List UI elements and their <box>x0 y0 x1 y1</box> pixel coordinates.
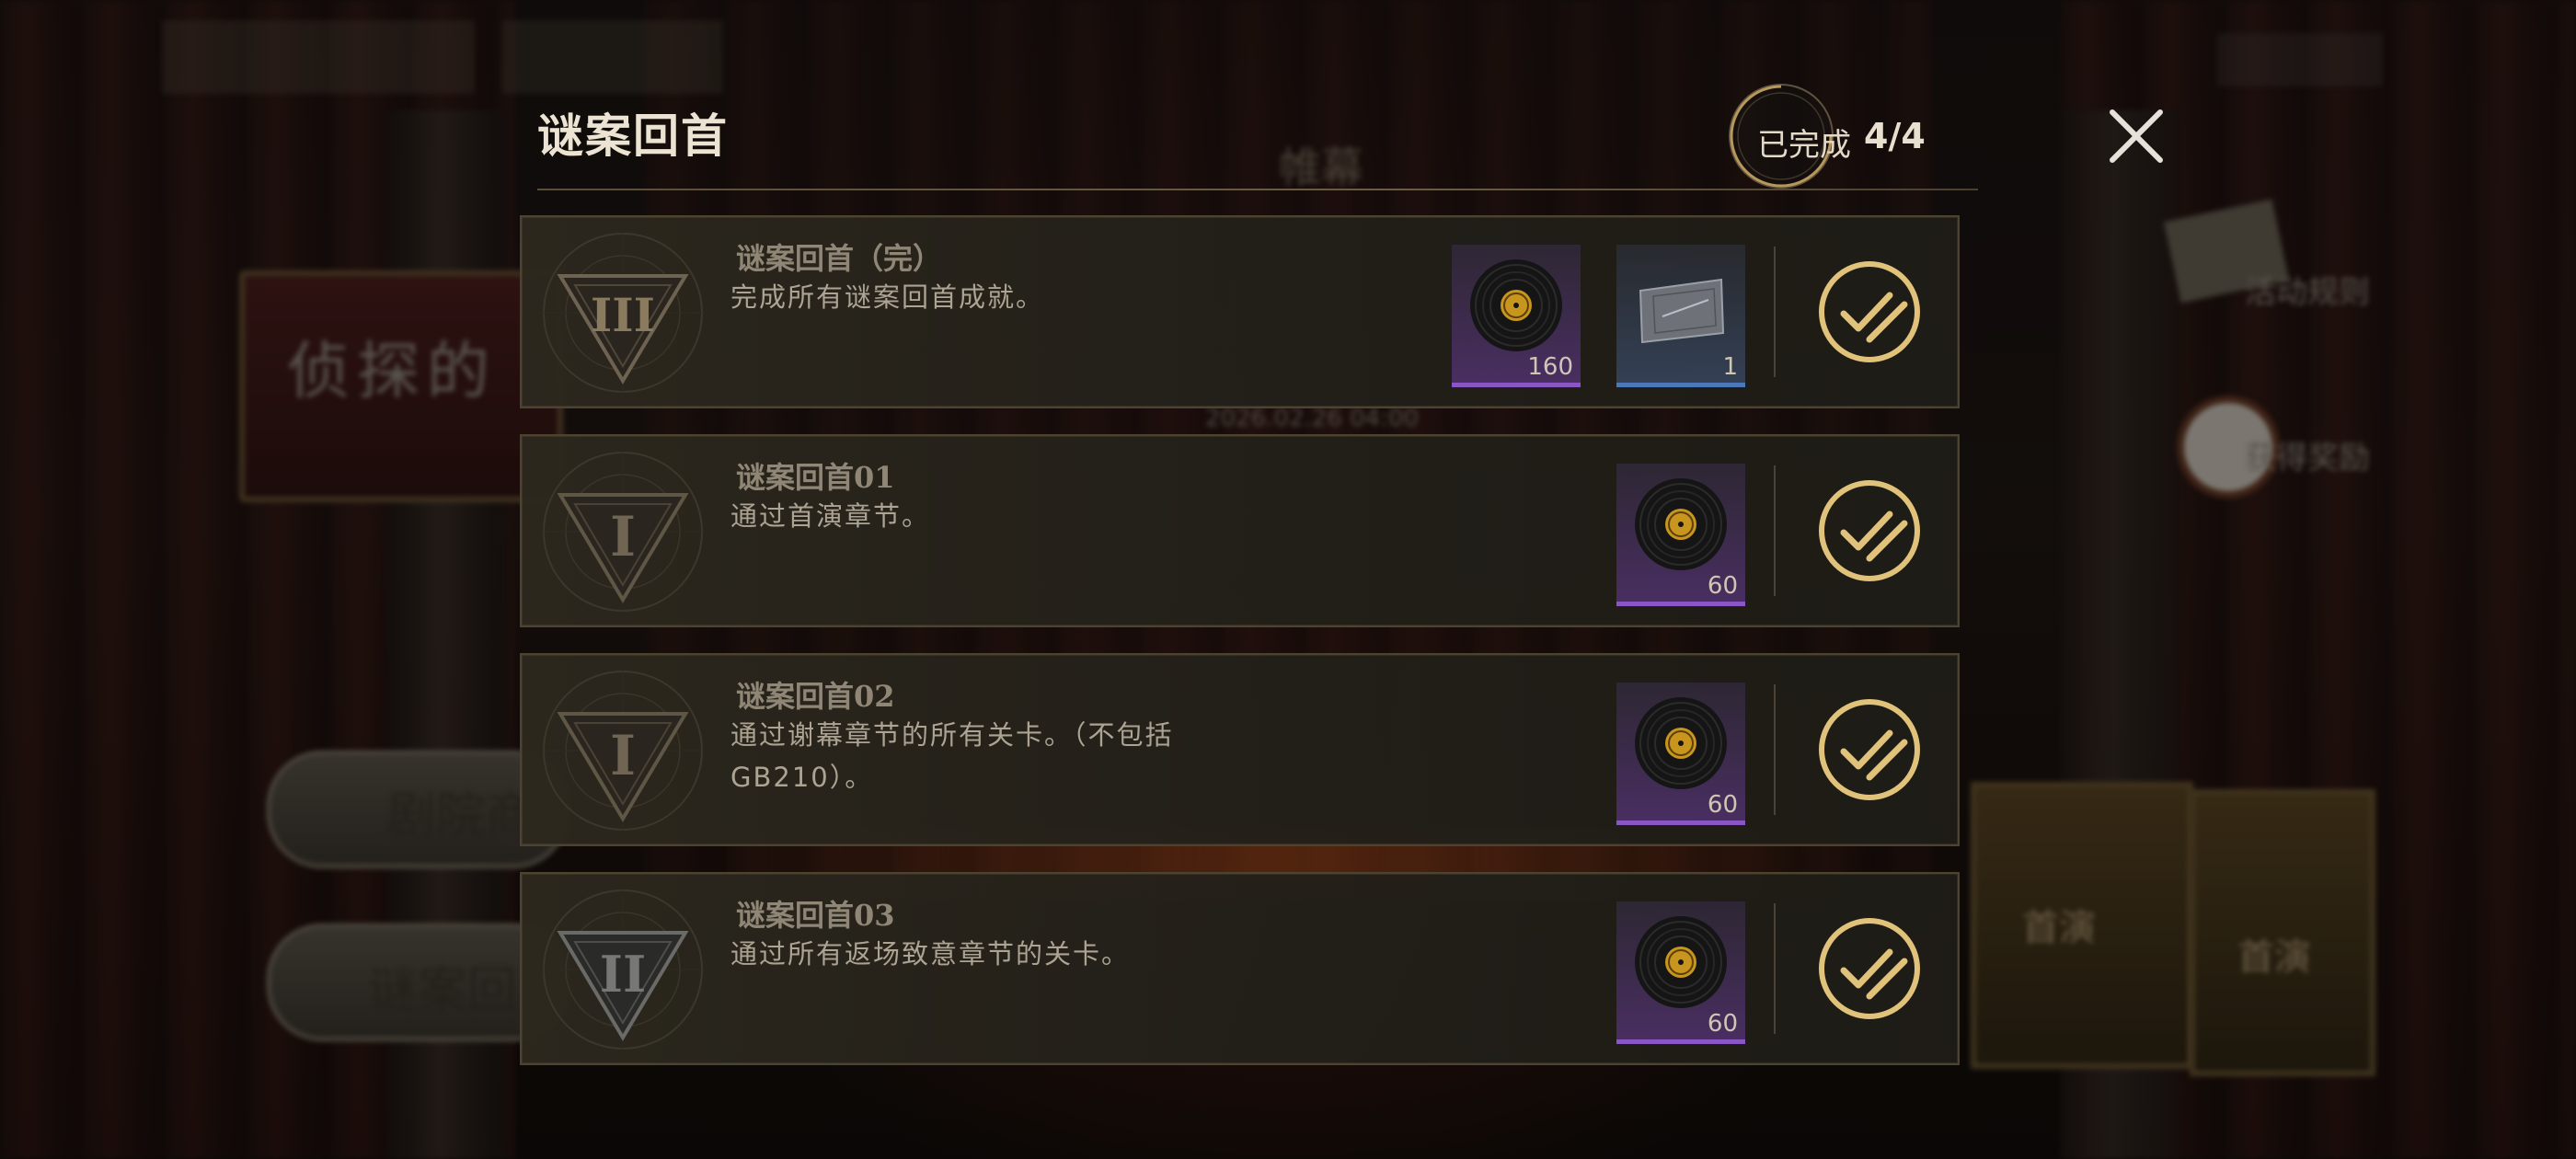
check-circle-icon <box>1819 261 1920 362</box>
reward-quantity: 60 <box>1707 1010 1738 1038</box>
check-circle-icon <box>1819 918 1920 1019</box>
dialog-title: 谜案回首 <box>537 109 729 163</box>
vinyl-record-icon <box>1635 697 1727 789</box>
progress-badge: 已完成 4/4 <box>1726 81 1947 201</box>
achievement-card: I 谜案回首01 通过首演章节。 60 <box>520 434 1960 627</box>
achievement-title: 谜案回首（完） <box>736 241 943 276</box>
achievement-title: 谜案回首03 <box>736 898 895 933</box>
reward-item[interactable]: 1 <box>1616 245 1745 387</box>
achievement-description: 通过所有返场致意章节的关卡。 <box>730 938 1131 970</box>
card-separator <box>1774 465 1776 596</box>
reward-item[interactable]: 60 <box>1616 464 1745 606</box>
card-separator <box>1774 903 1776 1034</box>
card-separator <box>1774 247 1776 377</box>
close-icon[interactable] <box>2103 103 2169 169</box>
achievement-description: 通过首演章节。 <box>730 500 931 532</box>
achievement-card: III 谜案回首（完） 完成所有谜案回首成就。 160 1 <box>520 215 1960 408</box>
header-divider <box>537 189 1978 190</box>
progress-label: 已完成 <box>1757 127 1851 164</box>
game-screen: 侦探的 帷幕 2026.02.26 04:00 剧院商 谜案回 首演 首演 活动… <box>0 0 2576 1159</box>
card-separator <box>1774 684 1776 815</box>
reward-item[interactable]: 60 <box>1616 683 1745 825</box>
emblem-numeral: I <box>610 505 636 569</box>
emblem-numeral: III <box>591 288 655 342</box>
triangle-emblem-i-icon: I <box>542 670 704 832</box>
achievement-card: II 谜案回首03 通过所有返场致意章节的关卡。 60 <box>520 872 1960 1065</box>
reward-item[interactable]: 160 <box>1452 245 1581 387</box>
check-circle-icon <box>1819 480 1920 581</box>
silver-card-icon <box>1639 278 1725 344</box>
achievement-card: I 谜案回首02 通过谢幕章节的所有关卡。（不包括GB210）。 60 <box>520 653 1960 846</box>
reward-item[interactable]: 60 <box>1616 901 1745 1044</box>
reward-quantity: 60 <box>1707 572 1738 600</box>
emblem-numeral: I <box>610 724 636 788</box>
achievement-description: 通过谢幕章节的所有关卡。（不包括GB210）。 <box>730 719 1174 793</box>
triangle-emblem-iii-icon: III <box>542 232 704 394</box>
triangle-emblem-ii-icon: II <box>542 889 704 1050</box>
check-circle-icon <box>1819 699 1920 800</box>
emblem-numeral: II <box>600 945 647 1004</box>
vinyl-record-icon <box>1470 259 1562 351</box>
achievement-title: 谜案回首02 <box>736 679 895 714</box>
achievement-title: 谜案回首01 <box>736 460 895 495</box>
vinyl-record-icon <box>1635 478 1727 570</box>
reward-quantity: 1 <box>1722 353 1738 381</box>
triangle-emblem-i-icon: I <box>542 451 704 613</box>
reward-quantity: 160 <box>1527 353 1573 381</box>
vinyl-record-icon <box>1635 916 1727 1008</box>
progress-count: 4/4 <box>1864 116 1926 156</box>
achievement-description: 完成所有谜案回首成就。 <box>730 281 1045 313</box>
reward-quantity: 60 <box>1707 791 1738 819</box>
